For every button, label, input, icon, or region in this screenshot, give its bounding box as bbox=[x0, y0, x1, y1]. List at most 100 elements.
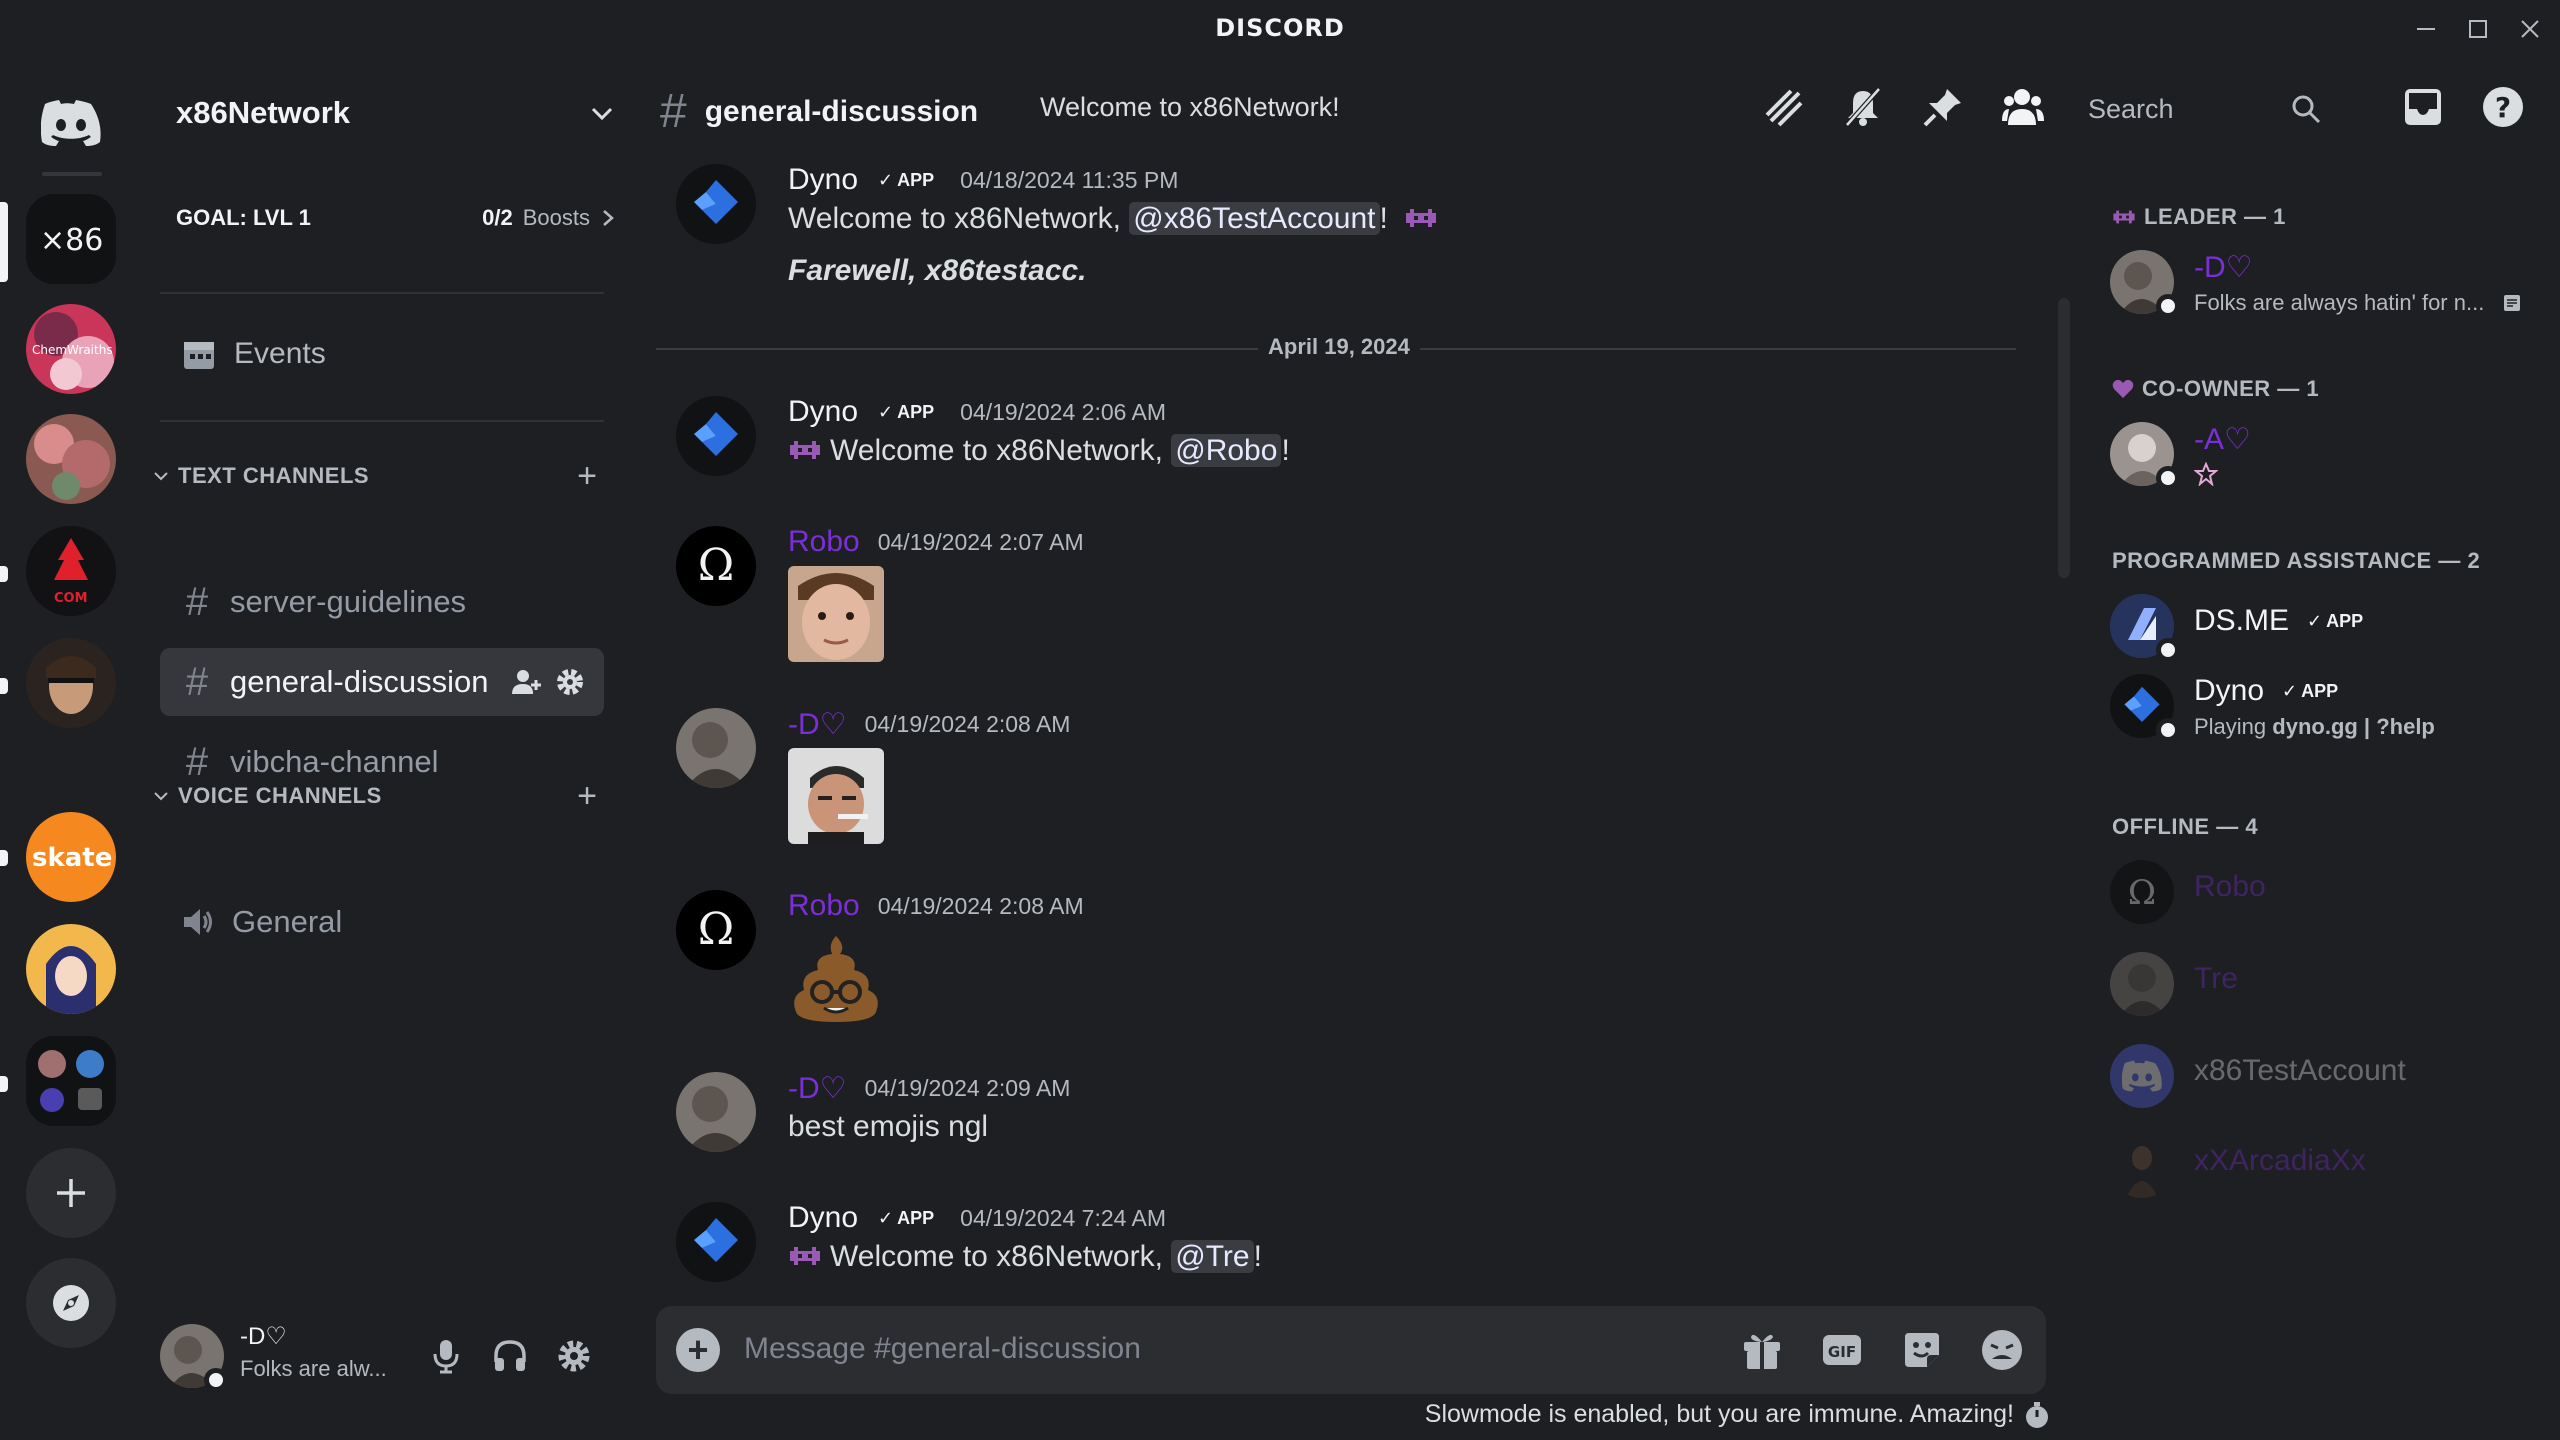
custom-emoji-smoker[interactable] bbox=[788, 748, 884, 844]
server-x86[interactable]: ×86 bbox=[26, 194, 116, 284]
boost-goal[interactable]: GOAL: LVL 1 0/2 Boosts bbox=[176, 198, 616, 238]
role-header-programmed-assistance: PROGRAMMED ASSISTANCE — 2 bbox=[2112, 548, 2481, 573]
avatar[interactable] bbox=[676, 164, 756, 244]
role-header-offline: OFFLINE — 4 bbox=[2112, 814, 2259, 839]
message-scrollbar[interactable] bbox=[2058, 298, 2070, 578]
message-author[interactable]: -D♡ bbox=[788, 707, 847, 742]
member-dsme[interactable]: DS.ME ✓ APP bbox=[2106, 586, 2546, 666]
avatar[interactable] bbox=[676, 708, 756, 788]
message: Dyno ✓ APP 04/19/2024 2:06 AM Welcome to… bbox=[654, 392, 2054, 492]
server-anime[interactable] bbox=[26, 924, 116, 1014]
add-server-button[interactable] bbox=[26, 1148, 116, 1238]
message-author[interactable]: Robo bbox=[788, 889, 860, 923]
category-text-channels[interactable]: TEXT CHANNELS + bbox=[152, 456, 602, 496]
custom-emoji-face[interactable] bbox=[788, 566, 884, 662]
discover-button[interactable] bbox=[26, 1258, 116, 1348]
channel-server-guidelines[interactable]: # server-guidelines bbox=[160, 568, 604, 636]
avatar[interactable] bbox=[676, 396, 756, 476]
gift-button[interactable] bbox=[1738, 1326, 1786, 1374]
deafen-button[interactable] bbox=[490, 1336, 530, 1376]
message-author[interactable]: -D♡ bbox=[788, 1071, 847, 1106]
sticker-button[interactable] bbox=[1898, 1326, 1946, 1374]
user-panel: -D♡ Folks are alw... bbox=[144, 1300, 634, 1410]
gif-button[interactable]: GIF bbox=[1818, 1326, 1866, 1374]
member-name: Dyno ✓ APP bbox=[2194, 674, 2347, 708]
member-list-button[interactable] bbox=[1998, 82, 2048, 132]
search-input[interactable]: Search bbox=[2084, 84, 2334, 134]
avatar[interactable]: Ω bbox=[676, 890, 756, 970]
x86-logo-icon: ×86 bbox=[40, 223, 103, 258]
user-avatar-image bbox=[676, 708, 756, 788]
events-label: Events bbox=[234, 337, 326, 370]
inbox-button[interactable] bbox=[2398, 82, 2448, 132]
server-portrait[interactable] bbox=[26, 638, 116, 728]
message-author[interactable]: Dyno bbox=[788, 1201, 858, 1235]
server-icon-red-flame: COM bbox=[26, 526, 116, 616]
invite-member-icon[interactable] bbox=[510, 666, 542, 698]
threads-button[interactable] bbox=[1758, 82, 1808, 132]
chevron-down-icon bbox=[154, 472, 168, 481]
server-floral[interactable] bbox=[26, 414, 116, 504]
avatar: Ω bbox=[2110, 860, 2174, 924]
slowmode-notice: Slowmode is enabled, but you are immune.… bbox=[1390, 1400, 2050, 1429]
title-bar: DISCORD bbox=[0, 0, 2560, 58]
emoji-button[interactable] bbox=[1978, 1326, 2026, 1374]
category-label: VOICE CHANNELS bbox=[178, 783, 382, 808]
create-channel-button[interactable]: + bbox=[572, 459, 602, 493]
close-button[interactable] bbox=[2512, 14, 2548, 44]
category-voice-channels[interactable]: VOICE CHANNELS + bbox=[152, 776, 602, 816]
avatar[interactable] bbox=[676, 1072, 756, 1152]
custom-emoji-poop[interactable] bbox=[788, 930, 884, 1026]
server-skate[interactable]: skate bbox=[26, 812, 116, 902]
server-header[interactable]: x86Network bbox=[176, 88, 616, 138]
member-x86testaccount[interactable]: x86TestAccount bbox=[2106, 1036, 2546, 1116]
member-tre[interactable]: Tre bbox=[2106, 944, 2546, 1024]
message: -D♡ 04/19/2024 2:09 AM best emojis ngl bbox=[654, 1068, 2054, 1168]
threads-icon bbox=[1765, 89, 1803, 127]
member-dyno[interactable]: Dyno ✓ APP Playing dyno.gg | ?help bbox=[2106, 666, 2546, 746]
upload-button[interactable]: + bbox=[676, 1328, 720, 1372]
hash-icon: # bbox=[660, 85, 687, 138]
create-channel-button[interactable]: + bbox=[572, 779, 602, 813]
server-chemwraiths[interactable]: ChemWraiths bbox=[26, 304, 116, 394]
gear-icon[interactable] bbox=[554, 666, 586, 698]
avatar[interactable]: Ω bbox=[676, 526, 756, 606]
unread-indicator bbox=[0, 1076, 8, 1092]
home-button[interactable] bbox=[26, 78, 116, 168]
message-author[interactable]: Dyno bbox=[788, 163, 858, 197]
channel-topic[interactable]: Welcome to x86Network! bbox=[1040, 92, 1340, 123]
member-xxarcadiaxx[interactable]: xXArcadiaXx bbox=[2106, 1126, 2546, 1206]
server-red-logo[interactable]: COM bbox=[26, 526, 116, 616]
user-settings-button[interactable] bbox=[554, 1336, 594, 1376]
minimize-button[interactable] bbox=[2408, 14, 2444, 44]
member-coowner[interactable]: -A♡ bbox=[2106, 414, 2546, 494]
events-item[interactable]: Events bbox=[182, 330, 326, 378]
gift-icon bbox=[1744, 1334, 1780, 1369]
voice-channel-general[interactable]: General bbox=[160, 888, 604, 956]
avatar[interactable] bbox=[676, 1202, 756, 1282]
svg-text:Ω: Ω bbox=[698, 904, 734, 955]
help-button[interactable]: ? bbox=[2478, 82, 2528, 132]
member-leader[interactable]: -D♡ Folks are always hatin' for n... bbox=[2106, 242, 2546, 322]
message-author[interactable]: Dyno bbox=[788, 395, 858, 429]
bell-muted-icon bbox=[1845, 87, 1881, 127]
message-author[interactable]: Robo bbox=[788, 525, 860, 559]
category-label: TEXT CHANNELS bbox=[178, 463, 370, 488]
user-mention[interactable]: @Tre bbox=[1171, 1240, 1254, 1273]
avatar bbox=[2110, 1044, 2174, 1108]
message-input[interactable]: Message #general-discussion bbox=[744, 1332, 1141, 1366]
pinned-messages-button[interactable] bbox=[1918, 82, 1968, 132]
message-timestamp: 04/19/2024 2:08 AM bbox=[864, 710, 1071, 737]
app-badge: ✓ APP bbox=[870, 167, 943, 193]
mute-button[interactable] bbox=[426, 1336, 466, 1376]
user-mention[interactable]: @x86TestAccount bbox=[1129, 202, 1380, 235]
user-mention[interactable]: @Robo bbox=[1171, 434, 1282, 467]
dyno-avatar-icon bbox=[676, 1202, 756, 1282]
server-folder[interactable] bbox=[26, 1036, 116, 1126]
channel-title: # general-discussion bbox=[660, 84, 978, 139]
maximize-button[interactable] bbox=[2460, 14, 2496, 44]
omega-avatar-icon: Ω bbox=[2128, 873, 2156, 913]
member-robo[interactable]: Ω Robo bbox=[2106, 852, 2546, 932]
notification-settings-button[interactable] bbox=[1838, 82, 1888, 132]
channel-general-discussion[interactable]: # general-discussion bbox=[160, 648, 604, 716]
